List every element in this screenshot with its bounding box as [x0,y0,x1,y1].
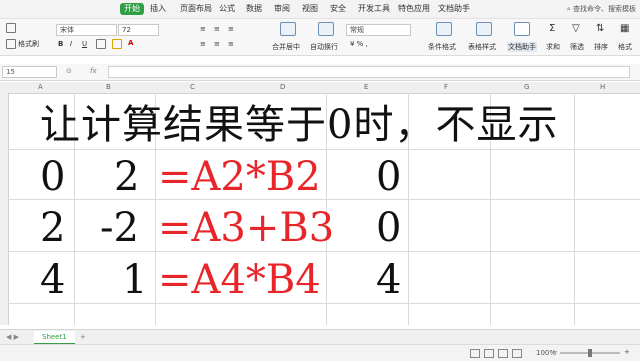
cell-a4[interactable]: 4 [40,258,65,302]
align-right-icon[interactable]: ≡ [228,40,234,48]
zoom-icon[interactable]: ⊙ [66,67,72,75]
conditional-format-button[interactable]: 条件格式 [428,42,456,52]
filter-button[interactable]: 筛选 [570,42,584,52]
font-color-icon[interactable]: A [128,39,133,47]
sum-icon[interactable]: Σ [549,23,555,34]
fill-color-icon[interactable] [112,39,124,49]
formula-input[interactable] [108,66,630,78]
menu-bar: 开始 插入 页面布局 公式 数据 审阅 视图 安全 开发工具 特色应用 文档助手… [0,0,640,19]
cell-b2[interactable]: 2 [114,155,139,199]
tab-insert[interactable]: 插入 [150,4,166,14]
table-style-icon[interactable] [476,22,492,36]
merge-center-button[interactable]: 合并居中 [272,42,300,52]
table-style-button[interactable]: 表格样式 [468,42,496,52]
filter-icon[interactable]: ▽ [572,23,580,34]
search-icon: ⌕ [566,5,571,13]
merge-center-icon[interactable] [280,22,296,36]
format-painter-button[interactable]: 格式刷 [6,39,39,49]
sum-button[interactable]: 求和 [546,42,560,52]
sort-icon[interactable]: ⇅ [596,23,604,34]
status-bar: 100% − + [0,344,640,361]
align-center-icon[interactable]: ≡ [214,40,220,48]
column-header-e[interactable]: E [364,83,368,91]
search-command[interactable]: ⌕ 查找命令、搜索模板 [567,4,636,14]
column-header-a[interactable]: A [38,83,43,91]
grid-line [574,93,575,325]
tab-security[interactable]: 安全 [330,4,346,14]
cell-c2-formula[interactable]: =A2*B2 [158,155,321,199]
ribbon-toolbar: 格式刷 宋体 72 B I U A ≡ ≡ ≡ ≡ ≡ ≡ 合并居中 自动换行 … [0,19,640,56]
currency-icon[interactable]: ¥ % , [350,40,368,48]
tab-features[interactable]: 特色应用 [398,4,430,14]
page-break-view-icon[interactable] [484,349,494,358]
brush-icon [6,39,16,49]
title-cell[interactable]: 让计算结果等于0时，不显示 [40,103,558,147]
grid-line [8,251,640,252]
tab-page-layout[interactable]: 页面布局 [180,4,212,14]
auto-wrap-button[interactable]: 自动换行 [310,42,338,52]
tab-home[interactable]: 开始 [120,3,144,15]
zoom-out-icon[interactable]: − [552,348,558,356]
cell-e3-result[interactable]: 0 [376,206,401,250]
cell-b3[interactable]: -2 [100,206,139,250]
tab-review[interactable]: 审阅 [274,4,290,14]
tab-view[interactable]: 视图 [302,4,318,14]
tab-doc-assistant[interactable]: 文档助手 [438,4,470,14]
align-middle-icon[interactable]: ≡ [214,25,220,33]
sort-button[interactable]: 排序 [594,42,608,52]
grid-line [8,303,640,304]
align-bottom-icon[interactable]: ≡ [228,25,234,33]
cell-e4-result[interactable]: 4 [376,258,401,302]
bold-button[interactable]: B [58,40,63,48]
cell-a2[interactable]: 0 [40,155,65,199]
cell-c4-formula[interactable]: =A4*B4 [158,258,321,302]
font-name-select[interactable]: 宋体 [56,24,117,36]
tab-data[interactable]: 数据 [246,4,262,14]
fx-icon[interactable]: fx [90,67,97,75]
doc-assistant-button[interactable]: 文档助手 [507,42,537,52]
grid-line [8,149,640,150]
format-icon[interactable]: ▦ [620,23,629,34]
column-header-b[interactable]: B [106,83,111,91]
reading-mode-icon[interactable] [512,349,522,358]
cell-e2-result[interactable]: 0 [376,155,401,199]
sheet-tab-bar: ◀ ▶ Sheet1 + [0,329,640,345]
sheet-nav-icon[interactable]: ◀ ▶ [6,331,19,343]
grid-line [8,199,640,200]
underline-button[interactable]: U [82,40,87,48]
zoom-slider-handle[interactable] [588,349,592,357]
cell-a3[interactable]: 2 [40,206,65,250]
name-box[interactable]: 15 [2,66,57,78]
column-header-f[interactable]: F [444,83,448,91]
doc-assistant-icon[interactable] [514,22,530,36]
tab-developer[interactable]: 开发工具 [358,4,390,14]
align-top-icon[interactable]: ≡ [200,25,206,33]
italic-button[interactable]: I [70,40,72,48]
cell-b4[interactable]: 1 [122,258,147,302]
paste-icon [6,23,16,33]
zoom-in-icon[interactable]: + [624,348,630,356]
font-size-select[interactable]: 72 [118,24,159,36]
add-sheet-icon[interactable]: + [80,331,86,343]
format-button[interactable]: 格式 [618,42,632,52]
column-header-c[interactable]: C [190,83,195,91]
column-header-h[interactable]: H [600,83,605,91]
align-left-icon[interactable]: ≡ [200,40,206,48]
page-layout-view-icon[interactable] [498,349,508,358]
normal-view-icon[interactable] [470,349,480,358]
number-format-select[interactable]: 常规 [346,24,411,36]
conditional-format-icon[interactable] [436,22,452,36]
column-header-d[interactable]: D [280,83,285,91]
wrap-text-icon[interactable] [318,22,334,36]
tab-formulas[interactable]: 公式 [219,4,235,14]
paste-button[interactable] [6,23,18,33]
border-icon[interactable] [96,39,108,49]
sheet-tab-sheet1[interactable]: Sheet1 [34,331,75,345]
cell-c3-formula[interactable]: =A3+B3 [158,206,334,250]
column-header-g[interactable]: G [524,83,529,91]
formula-bar: 15 ⊙ fx [0,64,640,81]
